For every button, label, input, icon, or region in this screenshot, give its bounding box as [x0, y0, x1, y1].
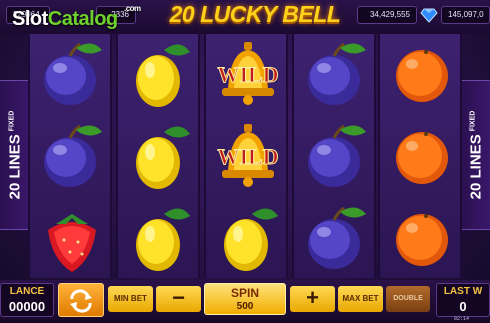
lines-panel-right: 20 LINES FIXED	[460, 80, 490, 230]
increase-bet-button[interactable]: +	[290, 286, 335, 312]
wild-symbol: WILD	[206, 116, 290, 196]
last-win-label: LAST W	[443, 286, 483, 297]
reel-area: WILD WILD	[28, 34, 462, 278]
orange-symbol	[380, 34, 464, 114]
reel-5	[378, 34, 462, 278]
game-title: 20 LUCKY BELL	[150, 1, 360, 31]
jackpot-counter-right-a: 34,429,555	[357, 6, 417, 24]
lines-count-left: 20 LINES	[6, 134, 23, 200]
min-bet-button[interactable]: MIN BET	[108, 286, 153, 312]
plum-symbol	[294, 34, 378, 114]
lines-label-left: 20 LINES FIXED	[6, 111, 23, 200]
plum-symbol	[294, 116, 378, 196]
balance-display: LANCE 00000	[0, 283, 54, 317]
spin-label: SPIN	[230, 286, 259, 300]
lemon-symbol	[118, 34, 202, 114]
bet-value: 500	[236, 301, 254, 312]
orange-symbol	[380, 116, 464, 196]
autoplay-icon	[70, 289, 92, 313]
logo-com-text: .com	[124, 4, 141, 13]
jackpot-counter-right-b: 145,097,0	[441, 6, 490, 24]
lines-fixed-left: FIXED	[8, 110, 15, 132]
diamond-icon	[420, 8, 438, 23]
max-bet-button[interactable]: MAX BET	[338, 286, 383, 312]
double-button[interactable]: DOUBLE	[386, 286, 430, 312]
decrease-bet-button[interactable]: −	[156, 286, 201, 312]
slot-game-screen: 329964 2336 20 LUCKY BELL 34,429,555 145…	[0, 0, 490, 323]
reel-2	[116, 34, 200, 278]
logo-slot-text: Slot	[12, 8, 48, 30]
last-win-display: LAST W 0	[436, 283, 490, 317]
game-title-text: 20 LUCKY BELL	[169, 1, 341, 27]
balance-value: 00000	[8, 299, 46, 314]
spin-button[interactable]: SPIN 500	[204, 283, 286, 315]
lines-label-right: 20 LINES FIXED	[467, 111, 484, 200]
autoplay-button[interactable]	[58, 283, 104, 317]
orange-symbol	[380, 198, 464, 278]
logo-catalog-text: Catalog	[47, 8, 118, 30]
lemon-symbol	[206, 198, 290, 278]
lemon-symbol	[118, 198, 202, 278]
balance-label: LANCE	[9, 286, 45, 297]
plum-symbol	[30, 34, 114, 114]
lines-count-right: 20 LINES	[467, 134, 484, 200]
plum-symbol	[30, 116, 114, 196]
reel-4	[292, 34, 376, 278]
last-win-value: 0	[459, 299, 467, 314]
svg-text:WILD: WILD	[217, 144, 278, 169]
lines-panel-left: 20 LINES FIXED	[0, 80, 30, 230]
reel-1	[28, 34, 112, 278]
plum-symbol	[294, 198, 378, 278]
strawberry-symbol	[30, 198, 114, 278]
control-bar: LANCE 00000 MIN BET − SPIN 500 + MAX BET…	[0, 280, 490, 323]
slotcatalog-logo: SlotCatalog .com	[12, 4, 141, 31]
svg-text:WILD: WILD	[217, 62, 278, 87]
wild-symbol: WILD	[206, 34, 290, 114]
clock: 02:14	[454, 316, 470, 322]
lemon-symbol	[118, 116, 202, 196]
lines-fixed-right: FIXED	[469, 110, 476, 132]
reel-3: WILD WILD	[204, 34, 288, 278]
